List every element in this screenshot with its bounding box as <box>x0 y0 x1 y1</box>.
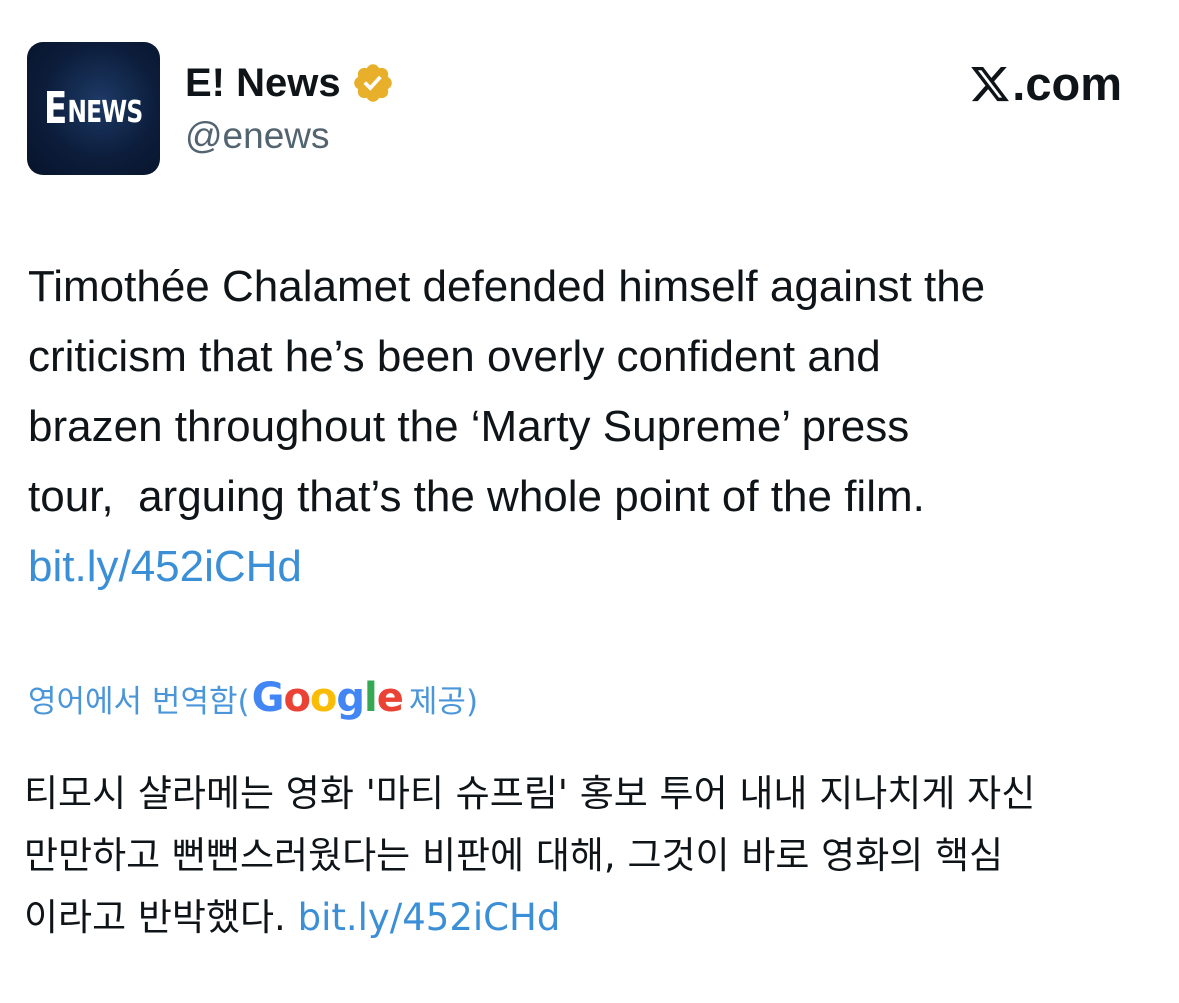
translated-line-3: 이라고 반박했다. <box>24 896 298 939</box>
google-logo: Google <box>251 675 404 721</box>
translation-suffix: 제공) <box>408 683 479 720</box>
name-row: E! News <box>185 58 395 108</box>
translated-text: 티모시 샬라메는 영화 '마티 슈프림' 홍보 투어 내내 지나치게 자신만만하… <box>24 763 1164 949</box>
avatar[interactable]: E NEWS <box>27 42 160 175</box>
tweet-line-4: tour, arguing that’s the whole point of … <box>28 472 925 521</box>
tweet-link[interactable]: bit.ly/452iCHd <box>28 542 302 591</box>
avatar-logo-news: NEWS <box>67 94 144 130</box>
tweet-line-1: Timothée Chalamet defended himself again… <box>28 262 986 311</box>
display-name[interactable]: E! News <box>185 59 341 107</box>
avatar-logo-e: E <box>44 82 67 134</box>
tweet-card: E NEWS E! News @enews .com Timothée Chal… <box>0 0 1179 1003</box>
x-com-text: .com <box>1012 57 1122 110</box>
translated-link[interactable]: bit.ly/452iCHd <box>298 896 561 939</box>
x-com-brand: .com <box>968 56 1122 112</box>
account-handle[interactable]: @enews <box>185 113 330 159</box>
translation-attribution[interactable]: 영어에서 번역함( Google 제공) <box>28 670 478 726</box>
translated-line-1: 티모시 샬라메는 영화 '마티 슈프림' 홍보 투어 내내 지나치게 자신 <box>24 772 1036 815</box>
tweet-line-3: brazen throughout the ‘Marty Supreme’ pr… <box>28 402 910 451</box>
x-logo-icon <box>971 66 1010 102</box>
enews-logo: E NEWS <box>44 82 144 134</box>
tweet-line-2: criticism that he’s been overly confiden… <box>28 332 881 381</box>
translation-prefix: 영어에서 번역함( <box>28 683 250 720</box>
tweet-text: Timothée Chalamet defended himself again… <box>28 252 1168 602</box>
translated-line-2: 만만하고 뻔뻔스러웠다는 비판에 대해, 그것이 바로 영화의 핵심 <box>24 834 1004 877</box>
verified-badge-icon <box>353 64 392 102</box>
